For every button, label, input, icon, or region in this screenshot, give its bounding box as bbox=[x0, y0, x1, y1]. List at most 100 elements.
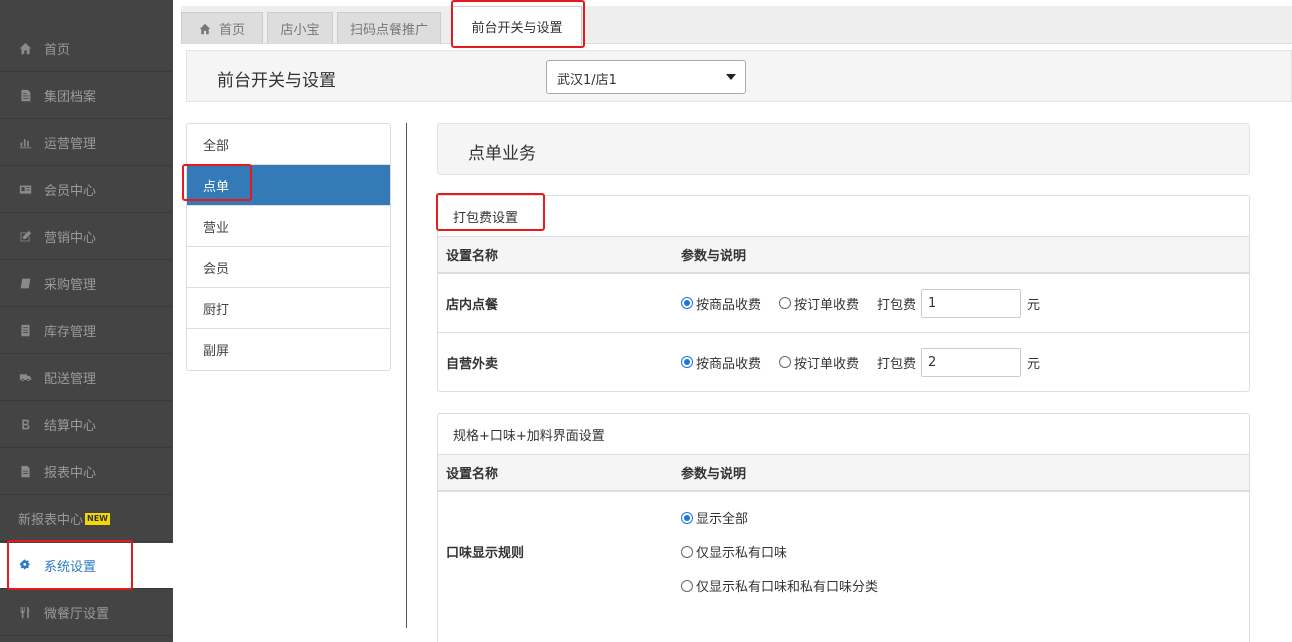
sidebar-item-label: 微餐厅设置 bbox=[44, 607, 110, 622]
bitcoin-icon bbox=[18, 418, 32, 432]
tab-home[interactable]: 首页 bbox=[181, 12, 263, 44]
radio-by-item[interactable]: 按商品收费 bbox=[681, 353, 761, 372]
sidebar-item-label: 新报表中心 bbox=[18, 513, 84, 528]
row-params: 按商品收费 按订单收费 打包费 元 bbox=[681, 347, 1041, 377]
column-header-params: 参数与说明 bbox=[681, 249, 747, 264]
radio-circle-checked bbox=[681, 511, 693, 524]
radio-private-and-category[interactable]: 仅显示私有口味和私有口味分类 bbox=[681, 569, 878, 603]
table-row: 自营外卖 按商品收费 按订单收费 打包费 元 bbox=[438, 333, 1249, 391]
radio-label: 按商品收费 bbox=[696, 297, 762, 313]
tab-dianxiaobao[interactable]: 店小宝 bbox=[267, 12, 333, 44]
table-header: 设置名称 参数与说明 bbox=[438, 237, 1249, 274]
fee-label: 打包费 bbox=[877, 297, 917, 313]
page-title: 前台开关与设置 bbox=[217, 71, 336, 91]
sidebar-item-label: 会员中心 bbox=[44, 184, 97, 199]
id-card-icon bbox=[18, 183, 32, 197]
sidebar-item-label: 配送管理 bbox=[44, 372, 97, 387]
panel-title: 规格+口味+加料界面设置 bbox=[438, 414, 1249, 455]
cutlery-icon bbox=[18, 606, 32, 620]
sidebar-item-group-archive[interactable]: 集团档案 bbox=[0, 73, 173, 119]
radio-label: 按商品收费 bbox=[696, 356, 762, 372]
category-member[interactable]: 会员 bbox=[187, 247, 390, 288]
sidebar-item-members[interactable]: 会员中心 bbox=[0, 167, 173, 213]
row-name: 店内点餐 bbox=[446, 297, 499, 313]
radio-circle bbox=[779, 297, 792, 309]
book-icon bbox=[18, 277, 32, 291]
table-row: 店内点餐 按商品收费 按订单收费 打包费 元 bbox=[438, 274, 1249, 333]
radio-circle-checked bbox=[681, 356, 693, 368]
sidebar-item-purchasing[interactable]: 采购管理 bbox=[0, 261, 173, 307]
radio-by-order[interactable]: 按订单收费 bbox=[779, 294, 859, 313]
radio-circle bbox=[779, 356, 792, 368]
home-icon bbox=[18, 42, 32, 56]
category-all[interactable]: 全部 bbox=[187, 124, 390, 165]
sidebar-item-delivery[interactable]: 配送管理 bbox=[0, 355, 173, 401]
tab-label: 扫码点餐推广 bbox=[349, 23, 428, 38]
tab-label: 店小宝 bbox=[280, 23, 320, 38]
tab-strip: 首页 店小宝 扫码点餐推广 前台开关与设置 bbox=[173, 0, 1292, 46]
sidebar-item-system-settings[interactable]: 系统设置 bbox=[0, 543, 173, 589]
store-select[interactable]: 武汉1/店1 bbox=[546, 60, 746, 94]
sidebar-item-label: 报表中心 bbox=[44, 466, 97, 481]
document-icon bbox=[18, 465, 32, 479]
sidebar-item-new-reports[interactable]: 新报表中心 NEW bbox=[0, 496, 173, 542]
home-icon bbox=[199, 23, 211, 34]
file-icon bbox=[18, 89, 32, 103]
packing-fee-input[interactable] bbox=[921, 288, 1022, 318]
column-header-params: 参数与说明 bbox=[681, 467, 747, 482]
column-header-name: 设置名称 bbox=[446, 249, 499, 264]
sidebar-item-settlement[interactable]: 结算中心 bbox=[0, 402, 173, 448]
category-order[interactable]: 点单 bbox=[187, 165, 390, 206]
table-row: 口味显示规则 显示全部 仅显示私有口味 仅显示私有口味和私有口味分类 bbox=[438, 492, 1249, 611]
category-secondary-screen[interactable]: 副屏 bbox=[187, 329, 390, 370]
vertical-divider bbox=[406, 123, 407, 628]
unit-label: 元 bbox=[1027, 297, 1041, 313]
sidebar-item-label: 采购管理 bbox=[44, 278, 97, 293]
sidebar-item-label: 首页 bbox=[44, 43, 71, 58]
section-header: 点单业务 bbox=[437, 123, 1250, 175]
sidebar-item-operations[interactable]: 运营管理 bbox=[0, 120, 173, 166]
category-kitchen-print[interactable]: 厨打 bbox=[187, 288, 390, 329]
radio-circle bbox=[681, 545, 693, 558]
radio-label: 按订单收费 bbox=[794, 297, 860, 313]
packing-fee-input[interactable] bbox=[921, 347, 1022, 377]
sidebar-item-label: 结算中心 bbox=[44, 419, 97, 434]
column-header-name: 设置名称 bbox=[446, 467, 499, 482]
sidebar-item-reports[interactable]: 报表中心 bbox=[0, 449, 173, 495]
row-name: 口味显示规则 bbox=[446, 546, 525, 561]
sidebar-item-inventory[interactable]: 库存管理 bbox=[0, 308, 173, 354]
sidebar-item-micro-restaurant[interactable]: 微餐厅设置 bbox=[0, 590, 173, 636]
edit-icon bbox=[18, 230, 32, 244]
bar-chart-icon bbox=[18, 136, 32, 150]
truck-icon bbox=[18, 371, 32, 385]
spec-taste-panel: 规格+口味+加料界面设置 设置名称 参数与说明 口味显示规则 显示全部 仅显示私… bbox=[437, 413, 1250, 642]
tab-label: 首页 bbox=[218, 23, 245, 38]
sidebar-item-label: 库存管理 bbox=[44, 325, 97, 340]
panel-title: 打包费设置 bbox=[438, 196, 1249, 237]
tab-qr-ordering-promo[interactable]: 扫码点餐推广 bbox=[337, 12, 441, 44]
table-header: 设置名称 参数与说明 bbox=[438, 455, 1249, 492]
sidebar-item-marketing[interactable]: 营销中心 bbox=[0, 214, 173, 260]
sidebar-item-label: 集团档案 bbox=[44, 90, 97, 105]
chevron-down-icon bbox=[726, 74, 736, 80]
radio-by-order[interactable]: 按订单收费 bbox=[779, 353, 859, 372]
new-badge: NEW bbox=[85, 512, 110, 525]
radio-by-item[interactable]: 按商品收费 bbox=[681, 294, 761, 313]
sidebar-item-label: 运营管理 bbox=[44, 137, 97, 152]
packing-fee-panel: 打包费设置 设置名称 参数与说明 店内点餐 按商品收费 按订单收费 打包费 元 … bbox=[437, 195, 1250, 392]
sidebar-item-home[interactable]: 首页 bbox=[0, 26, 173, 72]
sidebar: 首页 集团档案 运营管理 会员中心 营销中心 采购管理 库存管理 配送管理 结算… bbox=[0, 0, 173, 642]
radio-label: 仅显示私有口味和私有口味分类 bbox=[696, 580, 879, 595]
sidebar-item-label: 系统设置 bbox=[44, 560, 97, 575]
row-name: 自营外卖 bbox=[446, 356, 499, 372]
store-select-value: 武汉1/店1 bbox=[557, 73, 617, 88]
category-list: 全部 点单 营业 会员 厨打 副屏 bbox=[186, 123, 391, 371]
tab-frontdesk-settings[interactable]: 前台开关与设置 bbox=[452, 6, 582, 46]
row-params: 显示全部 仅显示私有口味 仅显示私有口味和私有口味分类 bbox=[681, 501, 896, 603]
row-params: 按商品收费 按订单收费 打包费 元 bbox=[681, 288, 1041, 318]
fee-label: 打包费 bbox=[877, 356, 917, 372]
unit-label: 元 bbox=[1027, 356, 1041, 372]
category-business[interactable]: 营业 bbox=[187, 206, 390, 247]
radio-private-only[interactable]: 仅显示私有口味 bbox=[681, 535, 878, 569]
radio-show-all[interactable]: 显示全部 bbox=[681, 501, 878, 535]
